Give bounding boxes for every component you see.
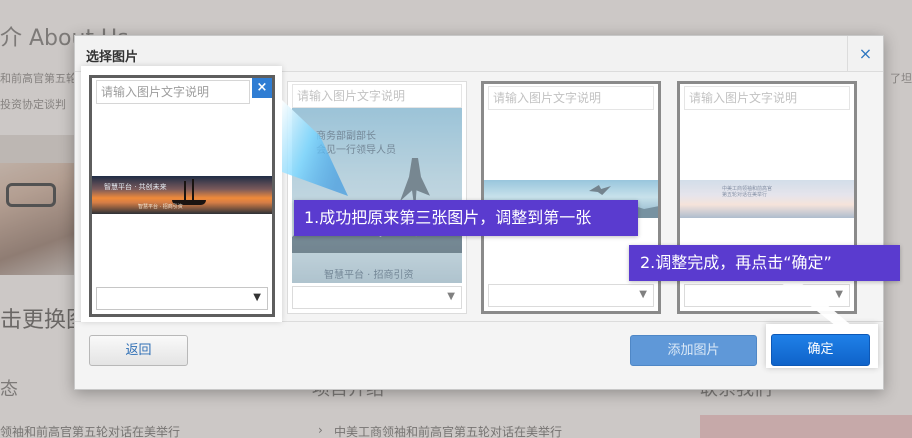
add-image-button[interactable]: 添加图片 (630, 335, 757, 366)
image-slot-1[interactable]: 请输入图片文字说明 × 智慧平台 · 共创未来 智慧平台 · 招商引资 ▼ (89, 75, 275, 317)
confirm-button[interactable]: 确定 (771, 334, 870, 366)
dialog-title: 选择图片 (86, 50, 139, 65)
image-thumbnail: 智慧平台 · 共创未来 智慧平台 · 招商引资 (92, 176, 272, 214)
chevron-down-icon: ▼ (253, 292, 261, 303)
image-text: 智慧平台 · 招商引资 (138, 204, 183, 210)
order-select[interactable]: ▼ (96, 287, 268, 310)
caption-input[interactable]: 请输入图片文字说明 (96, 80, 250, 104)
callout-step-1: 1.成功把原来第三张图片，调整到第一张 (294, 200, 638, 236)
image-slot-2[interactable]: 请输入图片文字说明 商务部副部长 会见一行领导人员 智慧平台 · 招商引资 ▼ (287, 81, 467, 314)
delete-icon[interactable]: × (252, 78, 272, 98)
callout-step-2: 2.调整完成，再点击“确定” (629, 245, 900, 281)
close-icon[interactable]: × (847, 36, 883, 72)
image-text: 智慧平台 · 共创未来 (104, 183, 167, 191)
back-button[interactable]: 返回 (89, 335, 188, 366)
